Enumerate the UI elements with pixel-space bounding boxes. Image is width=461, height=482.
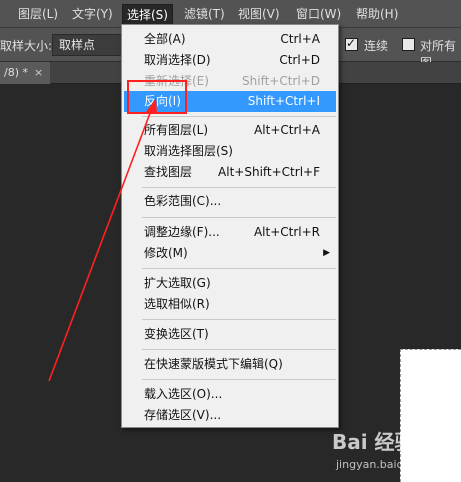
menu-item-deselect-layers[interactable]: 取消选择图层(S) [124, 141, 336, 162]
menu-item-quick-mask[interactable]: 在快速蒙版模式下编辑(Q) [124, 354, 336, 375]
all-layers-checkbox[interactable] [402, 38, 415, 51]
menu-item-deselect[interactable]: 取消选择(D) Ctrl+D [124, 50, 336, 71]
document-tab[interactable]: /8) * × [0, 62, 50, 84]
menu-separator [142, 217, 336, 218]
menu-item-save-selection[interactable]: 存储选区(V)... [124, 405, 336, 426]
menu-item-similar[interactable]: 选取相似(R) [124, 294, 336, 315]
menu-item-find-layers[interactable]: 查找图层 Alt+Shift+Ctrl+F [124, 162, 336, 183]
menu-help[interactable]: 帮助(H) [352, 4, 402, 24]
menu-separator [142, 116, 336, 117]
menu-item-all-layers[interactable]: 所有图层(L) Alt+Ctrl+A [124, 120, 336, 141]
menu-separator [142, 379, 336, 380]
menu-item-load-selection[interactable]: 载入选区(O)... [124, 384, 336, 405]
menu-item-all[interactable]: 全部(A) Ctrl+A [124, 29, 336, 50]
menu-separator [142, 319, 336, 320]
document-tab-title: /8) * [4, 66, 28, 79]
menu-item-transform-selection[interactable]: 变换选区(T) [124, 324, 336, 345]
menu-filter[interactable]: 滤镜(T) [180, 4, 229, 24]
menu-separator [142, 349, 336, 350]
watermark: Bai 经验 jingyan.baidu.com [320, 420, 460, 480]
menu-window[interactable]: 窗口(W) [292, 4, 345, 24]
contiguous-checkbox[interactable] [345, 36, 358, 51]
menu-layer[interactable]: 图层(L) [14, 4, 62, 24]
annotation-highlight-box [127, 80, 187, 114]
close-icon[interactable]: × [34, 66, 43, 79]
menu-item-color-range[interactable]: 色彩范围(C)... [124, 191, 336, 212]
contiguous-label: 连续 [364, 39, 389, 53]
menu-item-refine-edge[interactable]: 调整边缘(F)... Alt+Ctrl+R [124, 222, 336, 243]
menu-item-grow[interactable]: 扩大选取(G) [124, 273, 336, 294]
menu-type[interactable]: 文字(Y) [68, 4, 117, 24]
chevron-right-icon: ▶ [323, 248, 330, 258]
menu-separator [142, 268, 336, 269]
menu-view[interactable]: 视图(V) [234, 4, 284, 24]
baidu-logo: Bai 经验 [332, 430, 415, 454]
watermark-url: jingyan.baidu.com [336, 458, 438, 471]
sample-size-select[interactable]: 取样点 [52, 34, 122, 56]
menu-item-modify[interactable]: 修改(M) ▶ [124, 243, 336, 264]
menu-separator [142, 187, 336, 188]
sample-size-label: 取样大小: [0, 39, 53, 53]
